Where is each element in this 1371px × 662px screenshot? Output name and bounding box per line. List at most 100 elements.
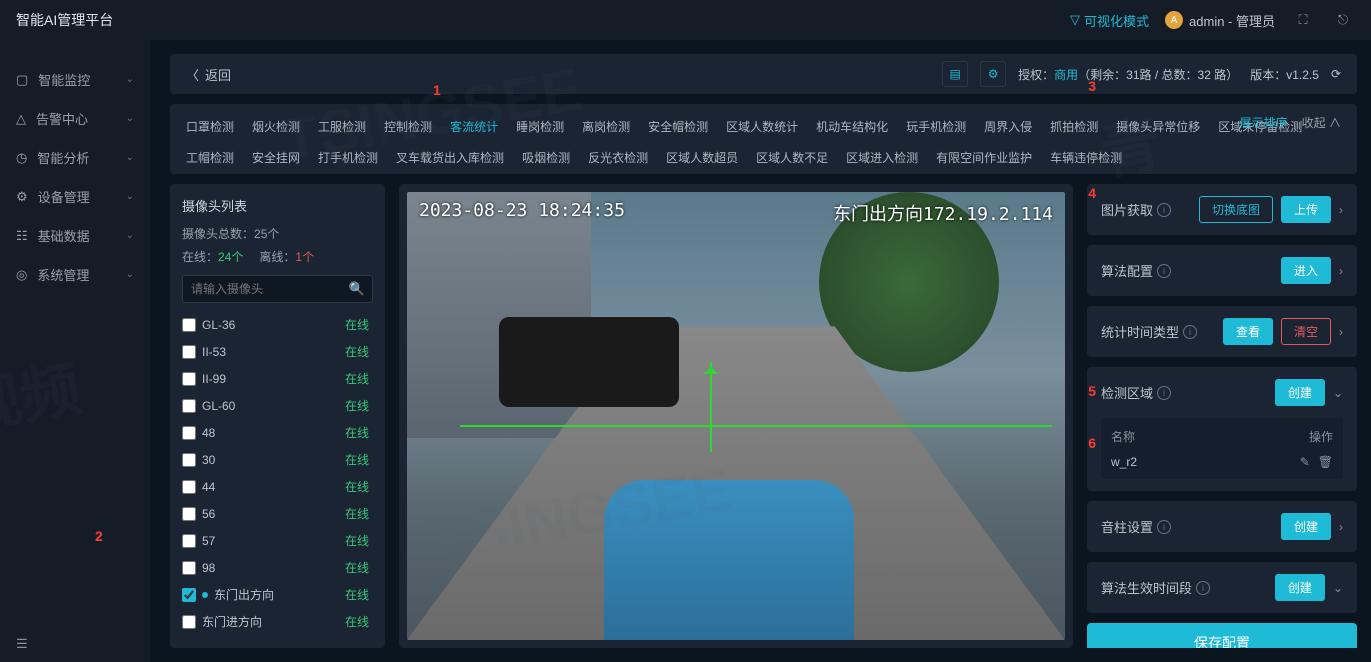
tab-23[interactable]: 区域进入检测 <box>846 145 918 170</box>
sidebar-item-analysis[interactable]: ◷智能分析⌄ <box>0 138 150 177</box>
tab-19[interactable]: 吸烟检测 <box>522 145 570 170</box>
tab-25[interactable]: 车辆违停检测 <box>1050 145 1122 170</box>
tab-17[interactable]: 打手机检测 <box>318 145 378 170</box>
camera-item[interactable]: 东门出方向在线 <box>182 581 369 608</box>
chevron-down-icon[interactable]: ⌄ <box>1333 386 1343 400</box>
camera-checkbox[interactable] <box>182 615 196 629</box>
sidebar: ▢智能监控⌄ △告警中心⌄ ◷智能分析⌄ ⚙设备管理⌄ ☷基础数据⌄ ◎系统管理… <box>0 40 150 662</box>
video-feed[interactable]: 2023-08-23 18:24:35 东门出方向172.19.2.114 <box>407 192 1065 640</box>
settings-icon[interactable]: ⚙ <box>980 61 1006 87</box>
camera-list[interactable]: GL-36在线II-53在线II-99在线GL-60在线48在线30在线44在线… <box>182 311 373 636</box>
tab-21[interactable]: 区域人数超员 <box>666 145 738 170</box>
direction-arrow <box>710 362 712 452</box>
tab-10[interactable]: 玩手机检测 <box>906 114 966 139</box>
camera-checkbox[interactable] <box>182 426 196 440</box>
tab-3[interactable]: 控制检测 <box>384 114 432 139</box>
enter-button[interactable]: 进入 <box>1281 257 1331 284</box>
tab-22[interactable]: 区域人数不足 <box>756 145 828 170</box>
tab-12[interactable]: 抓拍检测 <box>1050 114 1098 139</box>
logout-icon[interactable]: ⎋ <box>1331 8 1355 32</box>
tab-16[interactable]: 安全挂网 <box>252 145 300 170</box>
user-menu[interactable]: A admin - 管理员 <box>1165 11 1275 30</box>
marker-1: 1 <box>433 82 441 98</box>
view-button[interactable]: 查看 <box>1223 318 1273 345</box>
save-config-button[interactable]: 保存配置 <box>1087 623 1357 648</box>
camera-item[interactable]: 东门进方向在线 <box>182 608 369 635</box>
tab-9[interactable]: 机动车结构化 <box>816 114 888 139</box>
tab-13[interactable]: 摄像头异常位移 <box>1116 114 1200 139</box>
tab-5[interactable]: 睡岗检测 <box>516 114 564 139</box>
camera-item[interactable]: 北门出方向在线 <box>182 635 369 636</box>
camera-name: 东门出方向 <box>214 586 274 603</box>
camera-item[interactable]: GL-60在线 <box>182 392 369 419</box>
search-input[interactable] <box>182 275 373 303</box>
chevron-right-icon[interactable]: › <box>1339 325 1343 339</box>
camera-checkbox[interactable] <box>182 399 196 413</box>
create-button[interactable]: 创建 <box>1275 574 1325 601</box>
config-region: 检测区域i 创建 ⌄ 名称操作 w_r2 ✎🗑 <box>1087 367 1357 491</box>
camera-item[interactable]: 44在线 <box>182 473 369 500</box>
info-icon[interactable]: i <box>1157 520 1171 534</box>
switch-bg-button[interactable]: 切换底图 <box>1199 196 1273 223</box>
camera-item[interactable]: 56在线 <box>182 500 369 527</box>
sidebar-item-device[interactable]: ⚙设备管理⌄ <box>0 177 150 216</box>
camera-checkbox[interactable] <box>182 534 196 548</box>
tab-11[interactable]: 周界入侵 <box>984 114 1032 139</box>
sidebar-item-monitor[interactable]: ▢智能监控⌄ <box>0 60 150 99</box>
info-icon[interactable]: i <box>1157 203 1171 217</box>
upload-button[interactable]: 上传 <box>1281 196 1331 223</box>
create-button[interactable]: 创建 <box>1275 379 1325 406</box>
sort-button[interactable]: 展示排序 <box>1240 114 1288 131</box>
edit-icon[interactable]: ✎ <box>1300 455 1310 469</box>
camera-checkbox[interactable] <box>182 561 196 575</box>
camera-checkbox[interactable] <box>182 507 196 521</box>
tab-7[interactable]: 安全帽检测 <box>648 114 708 139</box>
camera-item[interactable]: II-99在线 <box>182 365 369 392</box>
info-icon[interactable]: i <box>1196 581 1210 595</box>
camera-checkbox[interactable] <box>182 588 196 602</box>
camera-checkbox[interactable] <box>182 318 196 332</box>
camera-checkbox[interactable] <box>182 453 196 467</box>
collapse-button[interactable]: 收起 ∧ <box>1302 114 1341 131</box>
info-icon[interactable]: i <box>1157 386 1171 400</box>
chevron-right-icon[interactable]: › <box>1339 203 1343 217</box>
tab-15[interactable]: 工帽检测 <box>186 145 234 170</box>
sidebar-collapse-icon[interactable]: ☰ <box>16 636 28 652</box>
search-icon[interactable]: 🔍 <box>349 281 365 297</box>
tab-18[interactable]: 叉车载货出入库检测 <box>396 145 504 170</box>
back-button[interactable]: 〈 返回 <box>186 65 231 84</box>
filter-icon: ▽ <box>1070 12 1080 28</box>
camera-item[interactable]: II-53在线 <box>182 338 369 365</box>
delete-icon[interactable]: 🗑 <box>1318 455 1333 469</box>
sidebar-item-alert[interactable]: △告警中心⌄ <box>0 99 150 138</box>
tab-20[interactable]: 反光衣检测 <box>588 145 648 170</box>
chevron-down-icon[interactable]: ⌄ <box>1333 581 1343 595</box>
chevron-right-icon[interactable]: › <box>1339 520 1343 534</box>
camera-item[interactable]: 98在线 <box>182 554 369 581</box>
refresh-icon[interactable]: ⟳ <box>1331 67 1341 81</box>
camera-item[interactable]: 48在线 <box>182 419 369 446</box>
camera-checkbox[interactable] <box>182 480 196 494</box>
clear-button[interactable]: 清空 <box>1281 318 1331 345</box>
camera-item[interactable]: 57在线 <box>182 527 369 554</box>
sidebar-item-system[interactable]: ◎系统管理⌄ <box>0 255 150 294</box>
tab-4[interactable]: 客流统计 <box>450 114 498 139</box>
expand-icon[interactable]: ⛶ <box>1291 8 1315 32</box>
info-icon[interactable]: i <box>1157 264 1171 278</box>
tab-0[interactable]: 口罩检测 <box>186 114 234 139</box>
tab-1[interactable]: 烟火检测 <box>252 114 300 139</box>
camera-checkbox[interactable] <box>182 372 196 386</box>
chevron-right-icon[interactable]: › <box>1339 264 1343 278</box>
list-icon[interactable]: ▤ <box>942 61 968 87</box>
tab-6[interactable]: 离岗检测 <box>582 114 630 139</box>
camera-item[interactable]: GL-36在线 <box>182 311 369 338</box>
info-icon[interactable]: i <box>1183 325 1197 339</box>
tab-2[interactable]: 工服检测 <box>318 114 366 139</box>
tab-24[interactable]: 有限空间作业监护 <box>936 145 1032 170</box>
sidebar-item-data[interactable]: ☷基础数据⌄ <box>0 216 150 255</box>
create-button[interactable]: 创建 <box>1281 513 1331 540</box>
camera-item[interactable]: 30在线 <box>182 446 369 473</box>
camera-checkbox[interactable] <box>182 345 196 359</box>
tab-8[interactable]: 区域人数统计 <box>726 114 798 139</box>
viz-mode-toggle[interactable]: ▽ 可视化模式 <box>1070 11 1149 30</box>
